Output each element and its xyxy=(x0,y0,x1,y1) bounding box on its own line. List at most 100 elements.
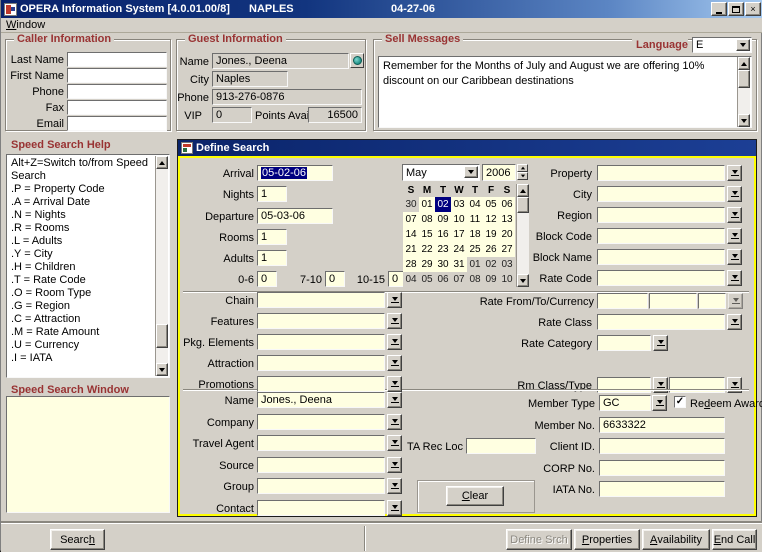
rate-category-lov-button[interactable] xyxy=(653,335,668,351)
scrollbar-thumb[interactable] xyxy=(738,70,750,88)
calendar-day[interactable]: 16 xyxy=(435,227,451,242)
promotions-field[interactable] xyxy=(257,376,385,392)
block-name-field[interactable] xyxy=(597,249,725,265)
pkg-elements-lov-button[interactable] xyxy=(387,334,402,350)
member-no-field[interactable]: 6633322 xyxy=(599,417,725,433)
language-select[interactable]: E xyxy=(692,37,752,53)
properties-button[interactable]: Properties xyxy=(574,529,640,550)
language-dropdown-button[interactable] xyxy=(736,39,750,51)
help-list-scrollbar[interactable] xyxy=(155,156,168,376)
children-0-6-field[interactable]: 0 xyxy=(257,271,277,287)
scroll-up-button[interactable] xyxy=(738,57,750,70)
nights-field[interactable]: 1 xyxy=(257,186,287,202)
calendar-day[interactable]: 02 xyxy=(435,197,451,212)
calendar-day[interactable]: 30 xyxy=(403,197,419,212)
close-button[interactable]: × xyxy=(745,2,761,16)
last-name-input[interactable] xyxy=(67,52,167,67)
month-dropdown-button[interactable] xyxy=(464,166,478,178)
group-lov-button[interactable] xyxy=(387,478,402,494)
adults-field[interactable]: 1 xyxy=(257,250,287,266)
calendar-day[interactable]: 23 xyxy=(435,242,451,257)
scroll-down-button[interactable] xyxy=(738,114,750,127)
rate-code-field[interactable] xyxy=(597,270,725,286)
rate-category-field[interactable] xyxy=(597,335,651,351)
availability-button[interactable]: Availability xyxy=(642,529,710,550)
calendar-month-select[interactable]: May xyxy=(402,164,480,181)
property-field[interactable] xyxy=(597,165,725,181)
features-field[interactable] xyxy=(257,313,385,329)
member-type-field[interactable]: GC xyxy=(599,395,651,411)
search-button[interactable]: Search xyxy=(50,529,105,550)
calendar-day[interactable]: 30 xyxy=(435,257,451,272)
calendar-day[interactable]: 01 xyxy=(419,197,435,212)
fax-input[interactable] xyxy=(67,100,167,115)
calendar-day[interactable]: 14 xyxy=(403,227,419,242)
calendar-day[interactable]: 07 xyxy=(451,272,467,287)
define-srch-button[interactable]: Define Srch xyxy=(506,529,572,550)
chain-lov-button[interactable] xyxy=(387,292,402,308)
calendar-day[interactable]: 05 xyxy=(419,272,435,287)
rate-currency-field[interactable] xyxy=(698,293,726,309)
attraction-field[interactable] xyxy=(257,355,385,371)
name-lov-button[interactable] xyxy=(387,392,402,408)
calendar-day[interactable]: 08 xyxy=(419,212,435,227)
pkg-elements-field[interactable] xyxy=(257,334,385,350)
features-lov-button[interactable] xyxy=(387,313,402,329)
arrival-field[interactable]: 05-02-06 xyxy=(257,165,333,181)
maximize-button[interactable] xyxy=(728,2,744,16)
calendar-day[interactable]: 03 xyxy=(451,197,467,212)
departure-field[interactable]: 05-03-06 xyxy=(257,208,333,224)
clear-button[interactable]: Clear xyxy=(446,486,504,506)
property-lov-button[interactable] xyxy=(727,165,742,181)
rate-from-field[interactable] xyxy=(597,293,648,309)
phone-input[interactable] xyxy=(67,84,167,99)
travel-agent-field[interactable] xyxy=(257,435,385,451)
calendar-day[interactable]: 06 xyxy=(435,272,451,287)
scroll-down-button[interactable] xyxy=(156,363,168,376)
ds-city-lov-button[interactable] xyxy=(727,186,742,202)
source-field[interactable] xyxy=(257,457,385,473)
block-code-field[interactable] xyxy=(597,228,725,244)
email-input[interactable] xyxy=(67,116,167,131)
contact-lov-button[interactable] xyxy=(387,500,402,516)
ds-city-field[interactable] xyxy=(597,186,725,202)
menu-window[interactable]: Window xyxy=(6,19,45,31)
rate-code-lov-button[interactable] xyxy=(727,270,742,286)
block-name-lov-button[interactable] xyxy=(727,249,742,265)
sell-message-scrollbar[interactable] xyxy=(737,57,750,127)
calendar-day[interactable]: 10 xyxy=(451,212,467,227)
block-code-lov-button[interactable] xyxy=(727,228,742,244)
name-field[interactable]: Jones., Deena xyxy=(257,392,385,408)
contact-field[interactable] xyxy=(257,500,385,516)
scroll-up-button[interactable] xyxy=(156,156,168,169)
end-call-button[interactable]: End Call xyxy=(712,529,757,550)
rooms-field[interactable]: 1 xyxy=(257,229,287,245)
calendar-day[interactable]: 04 xyxy=(403,272,419,287)
rate-currency-lov-button[interactable] xyxy=(728,293,743,309)
travel-agent-lov-button[interactable] xyxy=(387,435,402,451)
region-lov-button[interactable] xyxy=(727,207,742,223)
chain-field[interactable] xyxy=(257,292,385,308)
calendar-day[interactable]: 28 xyxy=(403,257,419,272)
rate-class-field[interactable] xyxy=(597,314,725,330)
scrollbar-thumb[interactable] xyxy=(156,324,168,348)
calendar-day[interactable]: 09 xyxy=(435,212,451,227)
region-field[interactable] xyxy=(597,207,725,223)
first-name-input[interactable] xyxy=(67,68,167,83)
group-field[interactable] xyxy=(257,478,385,494)
member-type-lov-button[interactable] xyxy=(652,395,667,411)
calendar-day[interactable]: 29 xyxy=(419,257,435,272)
calendar-day[interactable]: 17 xyxy=(451,227,467,242)
redeem-award-checkbox[interactable]: ✓ xyxy=(674,396,686,408)
promotions-lov-button[interactable] xyxy=(387,376,402,392)
attraction-lov-button[interactable] xyxy=(387,355,402,371)
calendar-day[interactable]: 31 xyxy=(451,257,467,272)
company-lov-button[interactable] xyxy=(387,414,402,430)
calendar-day[interactable]: 24 xyxy=(451,242,467,257)
calendar-day[interactable]: 15 xyxy=(419,227,435,242)
iata-no-field[interactable] xyxy=(599,481,725,497)
client-id-field[interactable] xyxy=(599,438,725,454)
minimize-button[interactable] xyxy=(711,2,727,16)
rate-class-lov-button[interactable] xyxy=(727,314,742,330)
rate-to-field[interactable] xyxy=(649,293,697,309)
